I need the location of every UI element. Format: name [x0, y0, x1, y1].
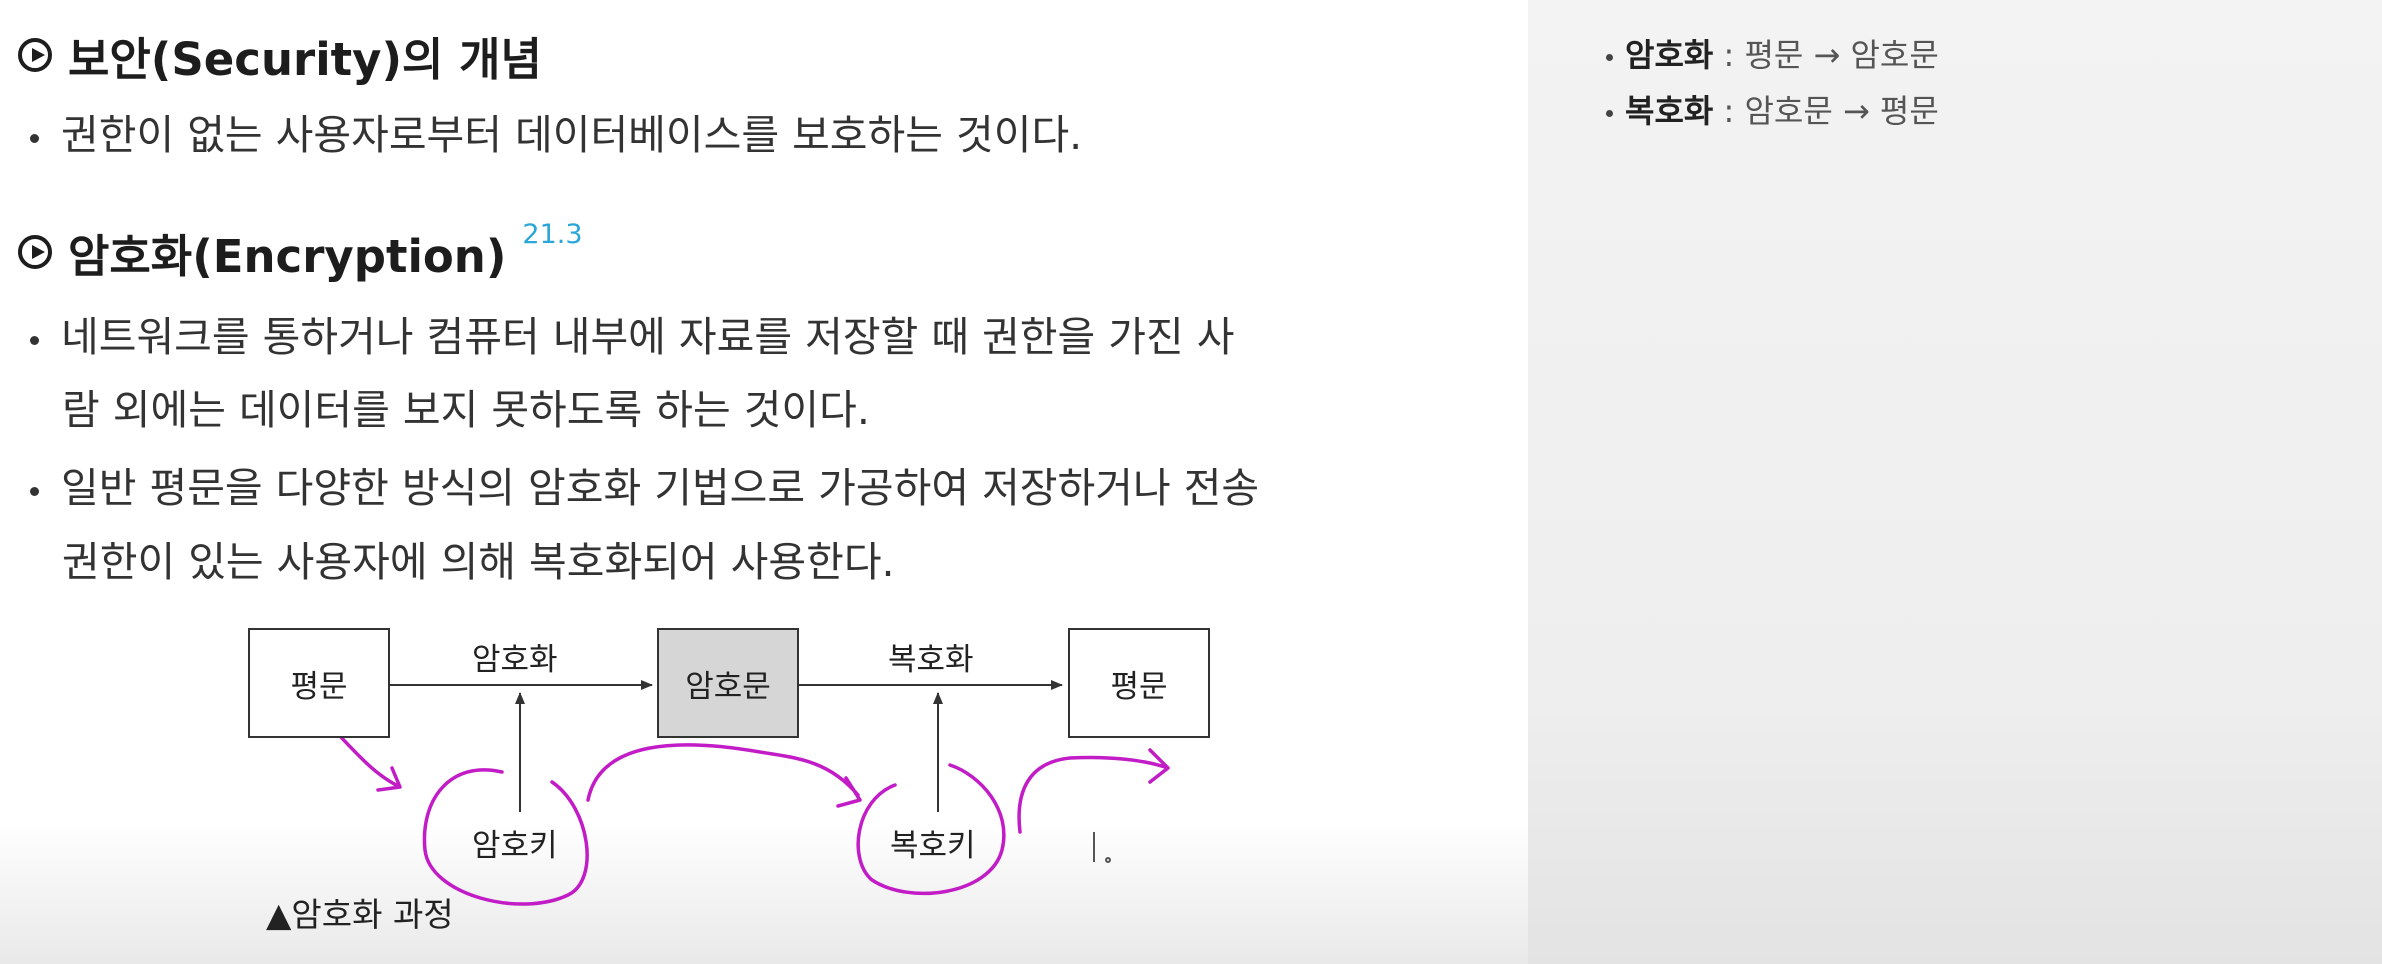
encrypt-key-label: 암호키	[472, 828, 558, 864]
side-note-term: 암호화	[1625, 36, 1714, 74]
bullet-dot-icon	[1606, 109, 1613, 117]
ciphertext-box: 암호문	[657, 628, 799, 738]
side-note-item: 복호화 : 암호문 → 평문	[1606, 86, 1939, 132]
decrypt-label: 복호화	[888, 642, 974, 678]
decrypt-key-label: 복호키	[890, 828, 976, 864]
side-note-term: 복호화	[1625, 92, 1714, 130]
side-note-item: 암호화 : 평문 → 암호문	[1606, 30, 1939, 76]
lecture-slide: 보안(Security)의 개념 권한이 없는 사용자로부터 데이터베이스를 보…	[0, 0, 1528, 964]
side-note-definition: : 평문 → 암호문	[1713, 36, 1939, 74]
mouse-cursor	[1093, 832, 1111, 863]
diagram-caption: ▲암호화 과정	[266, 895, 454, 934]
handwritten-annotation	[324, 720, 1170, 906]
diagram-arrows	[324, 680, 1170, 906]
encrypt-label: 암호화	[472, 642, 558, 678]
annotation-stroke	[1017, 748, 1170, 834]
side-notes-panel	[1528, 0, 2382, 964]
plaintext-box: 평문	[1068, 628, 1210, 738]
bullet-dot-icon	[1606, 53, 1613, 61]
side-note-definition: : 암호문 → 평문	[1713, 92, 1939, 130]
plaintext-box: 평문	[248, 628, 390, 738]
annotation-stroke	[586, 743, 862, 808]
